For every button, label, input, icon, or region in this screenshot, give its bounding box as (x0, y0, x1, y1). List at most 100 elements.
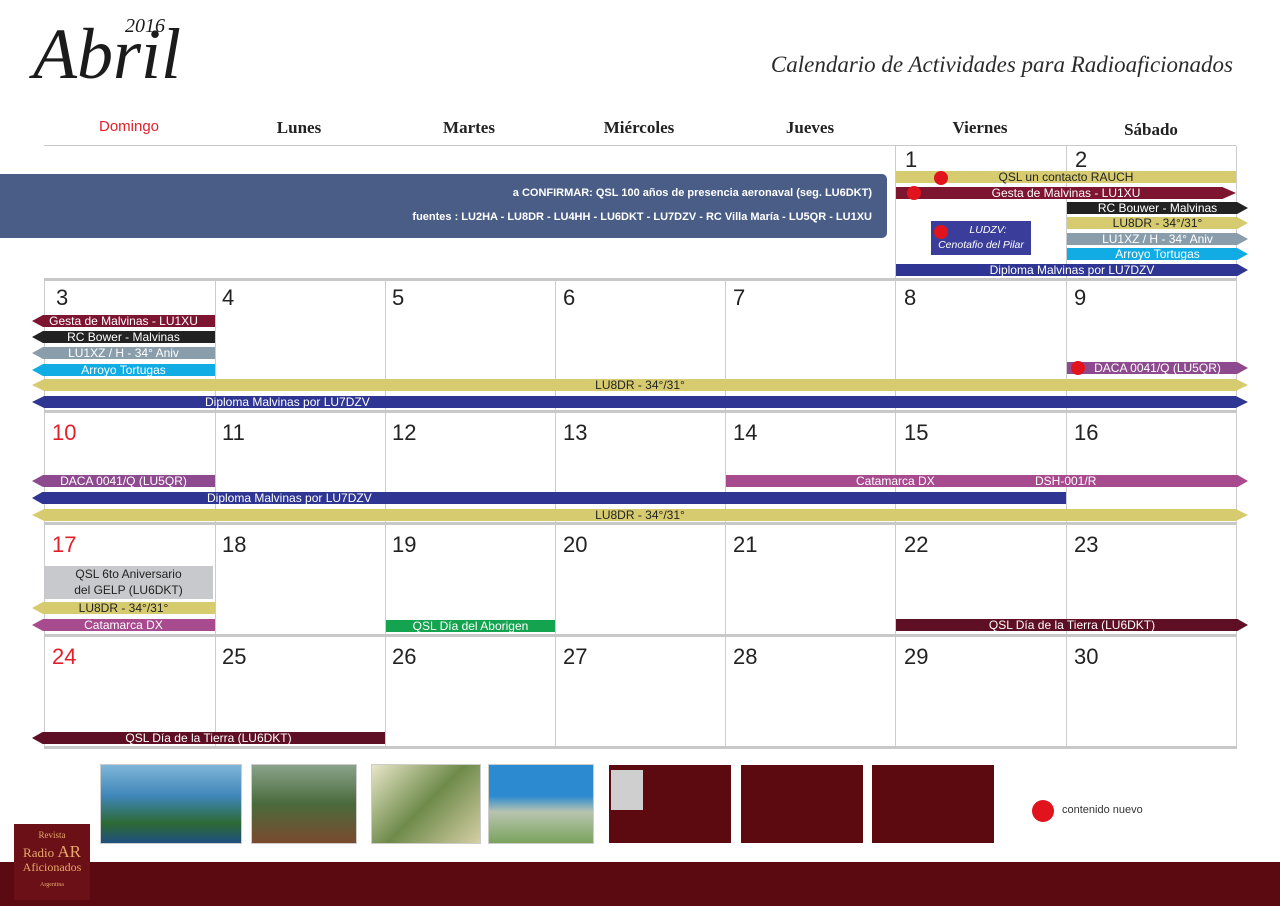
event-qsl-tierra[interactable]: QSL Día de la Tierra (LU6DKT) (896, 619, 1248, 631)
week-divider (44, 522, 1237, 525)
day-number: 24 (52, 644, 77, 669)
day-number: 15 (904, 420, 929, 445)
new-content-dot (1071, 361, 1085, 375)
new-content-dot (934, 171, 948, 185)
day-number: 4 (222, 285, 235, 310)
day-number: 11 (222, 420, 245, 445)
catamarca-label: Catamarca DX (856, 474, 935, 488)
qsl-gelp-line-2: del GELP (LU6DKT) (74, 583, 183, 597)
week-divider (44, 278, 1237, 281)
thumbnail-qsl-card[interactable] (251, 764, 357, 844)
event-arroyo-tortugas[interactable]: Arroyo Tortugas (32, 364, 215, 376)
thumbnail-rio-santa-maria[interactable] (100, 764, 242, 844)
day-number: 12 (392, 420, 417, 445)
day-number: 7 (733, 285, 746, 310)
day-number: 22 (904, 532, 929, 557)
new-content-dot (907, 186, 921, 200)
qsl-gelp-line-1: QSL 6to Aniversario (75, 567, 182, 581)
day-number: 10 (52, 420, 77, 445)
new-content-dot (934, 225, 948, 239)
day-number: 21 (733, 532, 758, 557)
event-catamarca-dx[interactable]: Catamarca DX DSH-001/R (726, 475, 1248, 487)
event-lu1xz[interactable]: LU1XZ / H - 34° Aniv (1067, 233, 1248, 245)
thumbnail-diploma[interactable] (371, 764, 481, 844)
event-qsl-aborigen[interactable]: QSL Día del Aborigen (386, 620, 555, 632)
event-lu8dr[interactable]: LU8DR - 34°/31° (32, 379, 1248, 391)
grid-line (1066, 146, 1067, 278)
day-number: 8 (904, 285, 917, 310)
header-divider (44, 145, 1236, 146)
diploma-label: Diploma Malvinas por LU7DZV (207, 491, 372, 505)
event-lu8dr[interactable]: LU8DR - 34°/31° (32, 509, 1248, 521)
logo-argentina: Argentina (40, 882, 64, 888)
day-number: 25 (222, 644, 247, 669)
thumbnail-aeronaval[interactable] (488, 764, 594, 844)
weekday-sunday: Domingo (98, 118, 160, 135)
thumbnail-diploma-malvinas[interactable] (872, 765, 994, 843)
day-number: 1 (905, 147, 918, 172)
event-gesta-malvinas[interactable]: Gesta de Malvinas - LU1XU (896, 187, 1236, 199)
calendar-subtitle: Calendario de Actividades para Radioafic… (770, 52, 1233, 77)
day-number: 20 (563, 532, 588, 557)
announcement-banner: a CONFIRMAR: QSL 100 años de presencia a… (0, 174, 887, 238)
banner-line-1: a CONFIRMAR: QSL 100 años de presencia a… (512, 187, 872, 199)
event-diploma-malvinas[interactable]: Diploma Malvinas por LU7DZV (896, 264, 1248, 276)
event-arroyo-tortugas[interactable]: Arroyo Tortugas (1067, 248, 1248, 260)
event-diploma-malvinas[interactable]: Diploma Malvinas por LU7DZV (32, 396, 1248, 408)
day-number: 13 (563, 420, 588, 445)
day-number: 30 (1074, 644, 1099, 669)
logo-aficionados: Aficionados (22, 860, 82, 874)
event-lu1xz[interactable]: LU1XZ / H - 34° Aniv (32, 347, 215, 359)
week-divider (44, 634, 1237, 637)
weekday-monday: Lunes (276, 118, 322, 137)
weekday-saturday: Sábado (1124, 120, 1178, 139)
grid-line (895, 146, 896, 278)
event-lu8dr[interactable]: LU8DR - 34°/31° (32, 602, 215, 614)
event-catamarca-dx[interactable]: Catamarca DX (32, 619, 215, 631)
day-number: 26 (392, 644, 417, 669)
day-number: 17 (52, 532, 77, 557)
day-number: 2 (1075, 147, 1088, 172)
event-qsl-gelp[interactable]: QSL 6to Aniversario del GELP (LU6DKT) (44, 566, 213, 599)
thumbnail-photo (611, 770, 643, 810)
day-number: 19 (392, 532, 417, 557)
banner-line-2: fuentes : LU2HA - LU8DR - LU4HH - LU6DKT… (412, 211, 872, 223)
day-number: 3 (56, 285, 69, 310)
legend-dot-icon (1032, 800, 1054, 822)
day-number: 14 (733, 420, 758, 445)
week-divider (44, 746, 1237, 749)
event-gesta-malvinas[interactable]: Gesta de Malvinas - LU1XU (32, 315, 215, 327)
event-lu8dr[interactable]: LU8DR - 34°/31° (1067, 217, 1248, 229)
year-label: 2016 (125, 15, 165, 37)
weekday-thursday: Jueves (785, 118, 835, 137)
logo-ar: AR (57, 842, 81, 861)
day-number: 27 (563, 644, 588, 669)
event-rc-bouwer[interactable]: RC Bouwer - Malvinas (1067, 202, 1248, 214)
event-ludzv-cenotafio[interactable]: LUDZV: Cenotafio del Pilar (931, 221, 1031, 255)
footer-bar (0, 862, 1280, 906)
day-number: 28 (733, 644, 758, 669)
day-number: 29 (904, 644, 929, 669)
cenotafio-label: Cenotafio del Pilar (938, 239, 1024, 251)
event-qsl-tierra[interactable]: QSL Día de la Tierra (LU6DKT) (32, 732, 385, 744)
day-number: 18 (222, 532, 247, 557)
event-daca[interactable]: DACA 0041/Q (LU5QR) (32, 475, 215, 487)
event-daca[interactable]: DACA 0041/Q (LU5QR) (1067, 362, 1248, 374)
day-number: 6 (563, 285, 576, 310)
event-rc-bouwer[interactable]: RC Bower - Malvinas (32, 331, 215, 343)
magazine-logo[interactable]: Revista Radio AR Aficionados Argentina (14, 824, 90, 900)
legend-label: contenido nuevo (1062, 804, 1143, 816)
weekday-tuesday: Martes (443, 118, 495, 137)
dsh-label: DSH-001/R (1035, 474, 1097, 488)
day-number: 9 (1074, 285, 1087, 310)
diploma-label: Diploma Malvinas por LU7DZV (205, 395, 370, 409)
weekday-friday: Viernes (952, 118, 1008, 137)
day-number: 23 (1074, 532, 1099, 557)
day-number: 16 (1074, 420, 1099, 445)
weekday-wednesday: Miércoles (603, 118, 675, 137)
week-divider (44, 410, 1237, 413)
logo-revista: Revista (38, 830, 66, 840)
thumbnail-qsl-especial[interactable] (741, 765, 863, 843)
event-diploma-malvinas[interactable]: Diploma Malvinas por LU7DZV (32, 492, 1066, 504)
day-number: 5 (392, 285, 405, 310)
